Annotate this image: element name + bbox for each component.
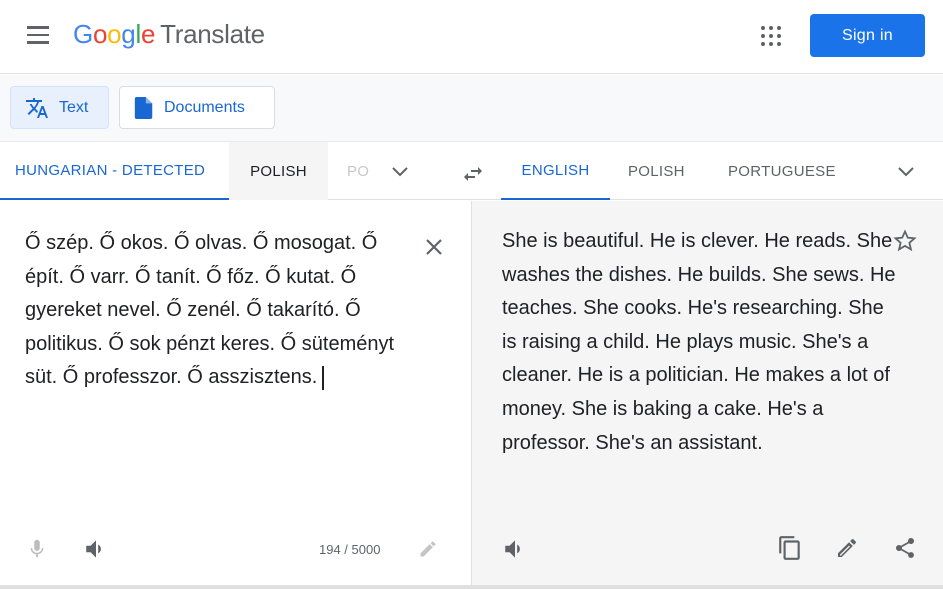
star-save-icon[interactable]: [893, 229, 917, 253]
document-icon: [134, 96, 153, 119]
google-apps-button[interactable]: [761, 26, 781, 46]
source-lang-portuguese[interactable]: PO: [347, 142, 373, 200]
clear-text-icon[interactable]: [424, 237, 444, 257]
target-lang-polish[interactable]: POLISH: [628, 142, 685, 200]
documents-mode-button[interactable]: Documents: [119, 86, 275, 129]
google-logo: Google: [73, 19, 156, 49]
text-mode-label: Text: [59, 98, 89, 116]
source-speaker-icon[interactable]: [83, 536, 109, 562]
target-lang-portuguese[interactable]: PORTUGUESE: [728, 142, 836, 200]
character-count: 194 / 5000: [319, 542, 381, 557]
app-header: Google Translate Sign in: [0, 0, 943, 74]
source-text-input[interactable]: Ő szép. Ő okos. Ő olvas. Ő mosogat. Ő ép…: [25, 227, 405, 395]
source-lang-detected[interactable]: HUNGARIAN - DETECTED: [0, 142, 229, 200]
translate-icon: [26, 97, 48, 118]
copy-icon[interactable]: [777, 534, 803, 562]
share-icon[interactable]: [893, 535, 917, 561]
text-cursor: [322, 366, 324, 391]
documents-mode-label: Documents: [164, 98, 245, 116]
mode-toolbar: Text Documents: [0, 75, 943, 142]
handwriting-pencil-icon[interactable]: [418, 539, 438, 559]
translated-text: She is beautiful. He is clever. He reads…: [502, 230, 896, 454]
source-lang-chevron-down-icon[interactable]: [391, 166, 409, 178]
source-lang-polish[interactable]: POLISH: [229, 142, 328, 200]
product-name: Translate: [160, 19, 265, 49]
panel-bottom-border: [0, 585, 943, 589]
target-lang-chevron-down-icon[interactable]: [897, 166, 915, 178]
source-text: Ő szép. Ő okos. Ő olvas. Ő mosogat. Ő ép…: [25, 232, 395, 389]
language-bar: HUNGARIAN - DETECTED POLISH PO ENGLISH P…: [0, 142, 943, 200]
main-menu-button[interactable]: [27, 26, 51, 46]
target-lang-english[interactable]: ENGLISH: [501, 142, 610, 200]
sign-in-button[interactable]: Sign in: [810, 14, 925, 57]
translation-panel: She is beautiful. He is clever. He reads…: [472, 201, 943, 585]
source-panel: Ő szép. Ő okos. Ő olvas. Ő mosogat. Ő ép…: [0, 201, 472, 585]
edit-translation-icon[interactable]: [835, 536, 859, 560]
translation-speaker-icon[interactable]: [502, 536, 528, 562]
text-mode-button[interactable]: Text: [10, 86, 109, 129]
microphone-icon[interactable]: [26, 536, 48, 562]
google-translate-logo[interactable]: Google Translate: [73, 19, 265, 50]
swap-languages-icon[interactable]: [461, 162, 485, 186]
